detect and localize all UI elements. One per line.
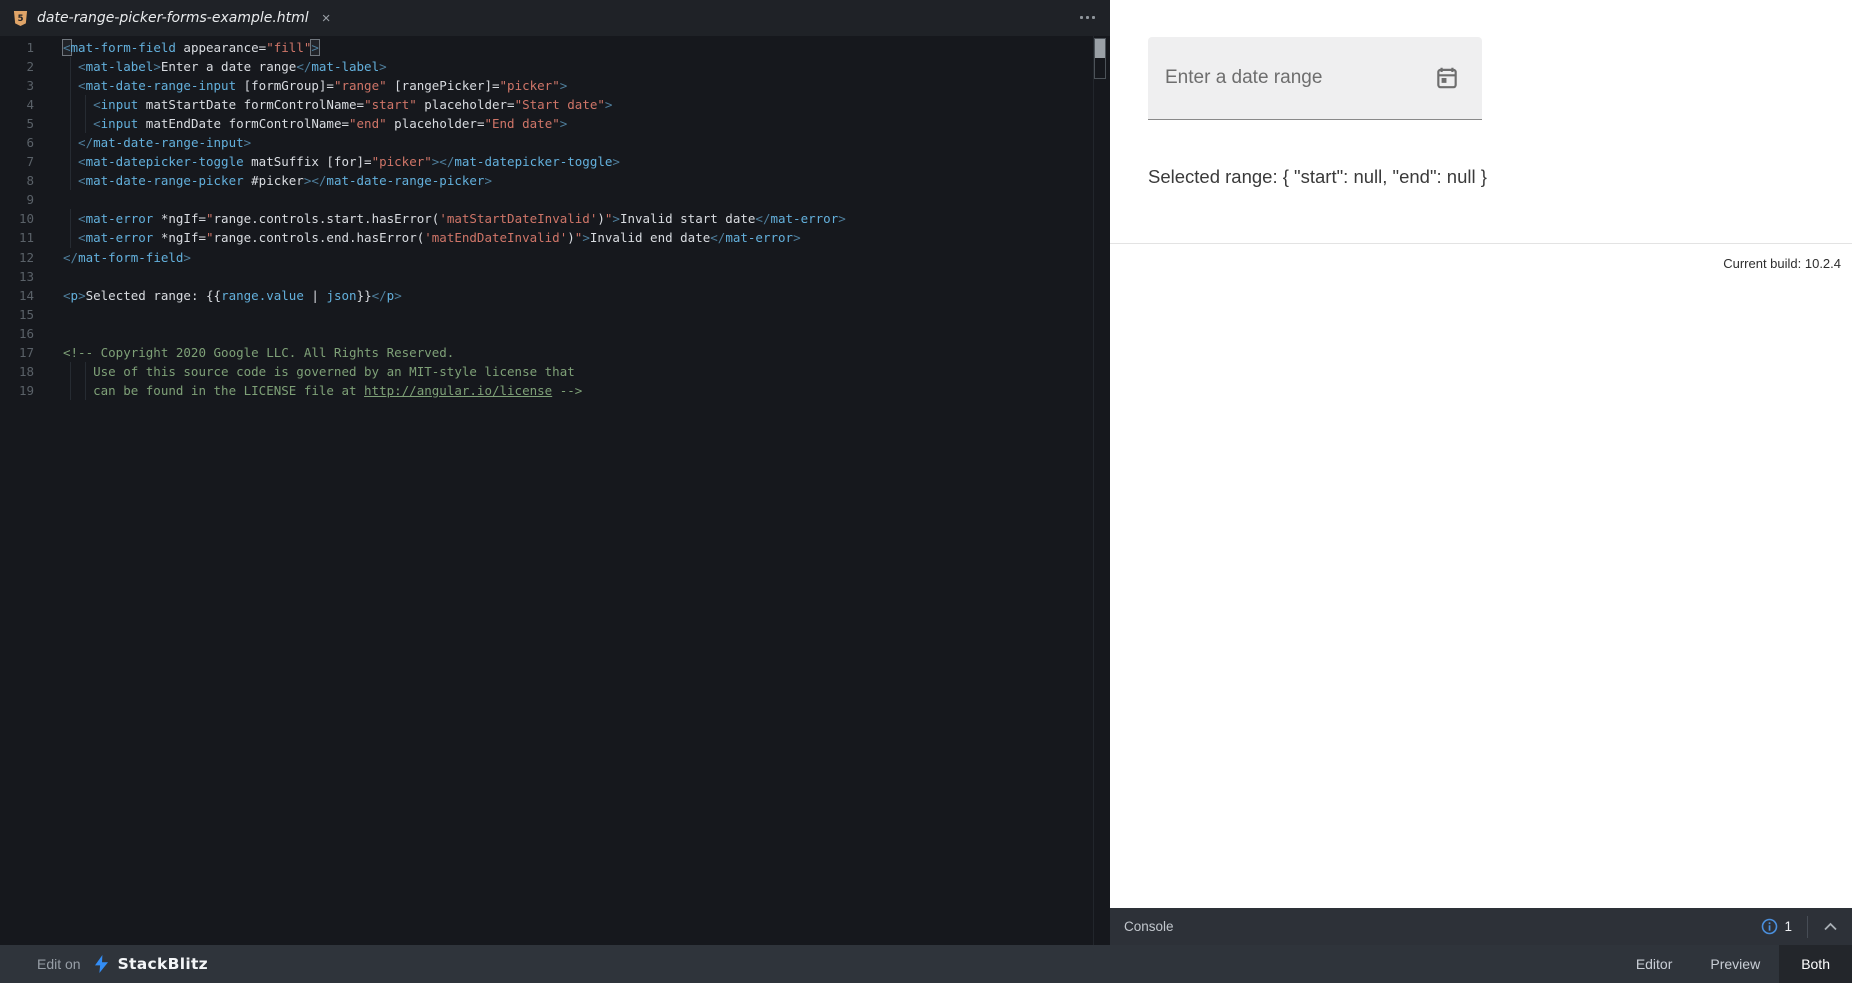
code-line[interactable]: 1<mat-form-field appearance="fill"> — [0, 38, 1110, 57]
line-number: 14 — [0, 286, 34, 305]
editor-scrollbar-thumb[interactable] — [1095, 39, 1105, 58]
stackblitz-embed: 5 date-range-picker-forms-example.html ×… — [0, 0, 1852, 983]
indent-guide — [70, 209, 71, 228]
code-line[interactable]: 14<p>Selected range: {{range.value | jso… — [0, 286, 1110, 305]
indent-guide — [85, 95, 86, 114]
code-line[interactable]: 8 <mat-date-range-picker #picker></mat-d… — [0, 171, 1110, 190]
preview-pane: Enter a date range Selected range: { "st… — [1110, 0, 1852, 908]
line-number: 10 — [0, 209, 34, 228]
line-number: 11 — [0, 228, 34, 247]
indent-guide — [70, 362, 71, 381]
indent-guide — [70, 114, 71, 133]
editor-pane: 5 date-range-picker-forms-example.html ×… — [0, 0, 1110, 945]
line-number: 4 — [0, 95, 34, 114]
code-line[interactable]: 15 — [0, 305, 1110, 324]
code-line[interactable]: 18 Use of this source code is governed b… — [0, 362, 1110, 381]
indent-guide — [70, 381, 71, 400]
indent-guide — [85, 114, 86, 133]
line-number: 8 — [0, 171, 34, 190]
current-build-text: Current build: 10.2.4 — [1723, 256, 1841, 271]
code-line[interactable]: 5 <input matEndDate formControlName="end… — [0, 114, 1110, 133]
line-number: 3 — [0, 76, 34, 95]
code-line[interactable]: 3 <mat-date-range-input [formGroup]="ran… — [0, 76, 1110, 95]
file-tab[interactable]: 5 date-range-picker-forms-example.html × — [0, 0, 330, 36]
chevron-up-icon[interactable] — [1823, 922, 1838, 931]
code-line[interactable]: 16 — [0, 324, 1110, 343]
code-line[interactable]: 10 <mat-error *ngIf="range.controls.star… — [0, 209, 1110, 228]
view-tab-both[interactable]: Both — [1779, 945, 1852, 983]
line-number: 1 — [0, 38, 34, 57]
code-line[interactable]: 7 <mat-datepicker-toggle matSuffix [for]… — [0, 152, 1110, 171]
code-line[interactable]: 4 <input matStartDate formControlName="s… — [0, 95, 1110, 114]
line-number: 12 — [0, 248, 34, 267]
view-tab-preview[interactable]: Preview — [1691, 945, 1779, 983]
date-range-label: Enter a date range — [1165, 67, 1322, 89]
stackblitz-bolt-icon — [94, 955, 109, 973]
editor-tabbar: 5 date-range-picker-forms-example.html × — [0, 0, 1110, 36]
line-number: 17 — [0, 343, 34, 362]
code-line[interactable]: 9 — [0, 190, 1110, 209]
stackblitz-logo-text[interactable]: StackBlitz — [118, 955, 208, 973]
console-info-count: 1 — [1784, 919, 1792, 934]
indent-guide — [70, 133, 71, 152]
edit-on-label: Edit on — [37, 956, 81, 972]
file-tab-title: date-range-picker-forms-example.html — [37, 10, 309, 26]
code-line[interactable]: 11 <mat-error *ngIf="range.controls.end.… — [0, 228, 1110, 247]
view-mode-tabs: Editor Preview Both — [1617, 945, 1852, 983]
calendar-icon[interactable] — [1434, 65, 1460, 91]
line-number: 7 — [0, 152, 34, 171]
code-line[interactable]: 17<!-- Copyright 2020 Google LLC. All Ri… — [0, 343, 1110, 362]
line-number: 15 — [0, 305, 34, 324]
indent-guide — [70, 95, 71, 114]
indent-guide — [70, 228, 71, 247]
line-number: 2 — [0, 57, 34, 76]
editor-scroll-gutter-divider — [1093, 36, 1094, 945]
line-number: 5 — [0, 114, 34, 133]
line-number: 16 — [0, 324, 34, 343]
date-range-input-field[interactable]: Enter a date range — [1148, 37, 1482, 120]
selected-range-text: Selected range: { "start": null, "end": … — [1148, 166, 1487, 188]
code-line[interactable]: 19 can be found in the LICENSE file at h… — [0, 381, 1110, 400]
console-title: Console — [1124, 919, 1174, 934]
indent-guide — [70, 171, 71, 190]
console-controls: 1 — [1761, 916, 1838, 938]
line-number: 18 — [0, 362, 34, 381]
line-number: 19 — [0, 381, 34, 400]
indent-guide — [70, 57, 71, 76]
console-divider — [1807, 916, 1808, 938]
console-bar[interactable]: Console 1 — [1110, 908, 1852, 945]
more-actions-icon[interactable] — [1080, 16, 1100, 20]
indent-guide — [70, 76, 71, 95]
indent-guide — [85, 362, 86, 381]
svg-text:5: 5 — [18, 12, 24, 22]
code-line[interactable]: 6 </mat-date-range-input> — [0, 133, 1110, 152]
view-tab-editor[interactable]: Editor — [1617, 945, 1692, 983]
code-line[interactable]: 2 <mat-label>Enter a date range</mat-lab… — [0, 57, 1110, 76]
line-number: 9 — [0, 190, 34, 209]
code-line[interactable]: 12</mat-form-field> — [0, 248, 1110, 267]
line-number: 13 — [0, 267, 34, 286]
code-line[interactable]: 13 — [0, 267, 1110, 286]
close-icon[interactable]: × — [322, 11, 331, 26]
line-number: 6 — [0, 133, 34, 152]
status-bar: Edit on StackBlitz Editor Preview Both — [0, 945, 1852, 983]
indent-guide — [85, 381, 86, 400]
html5-file-icon: 5 — [13, 10, 28, 27]
preview-divider — [1110, 243, 1852, 244]
info-icon[interactable] — [1761, 918, 1778, 935]
code-lines: 1<mat-form-field appearance="fill">2 <ma… — [0, 38, 1110, 400]
indent-guide — [70, 152, 71, 171]
